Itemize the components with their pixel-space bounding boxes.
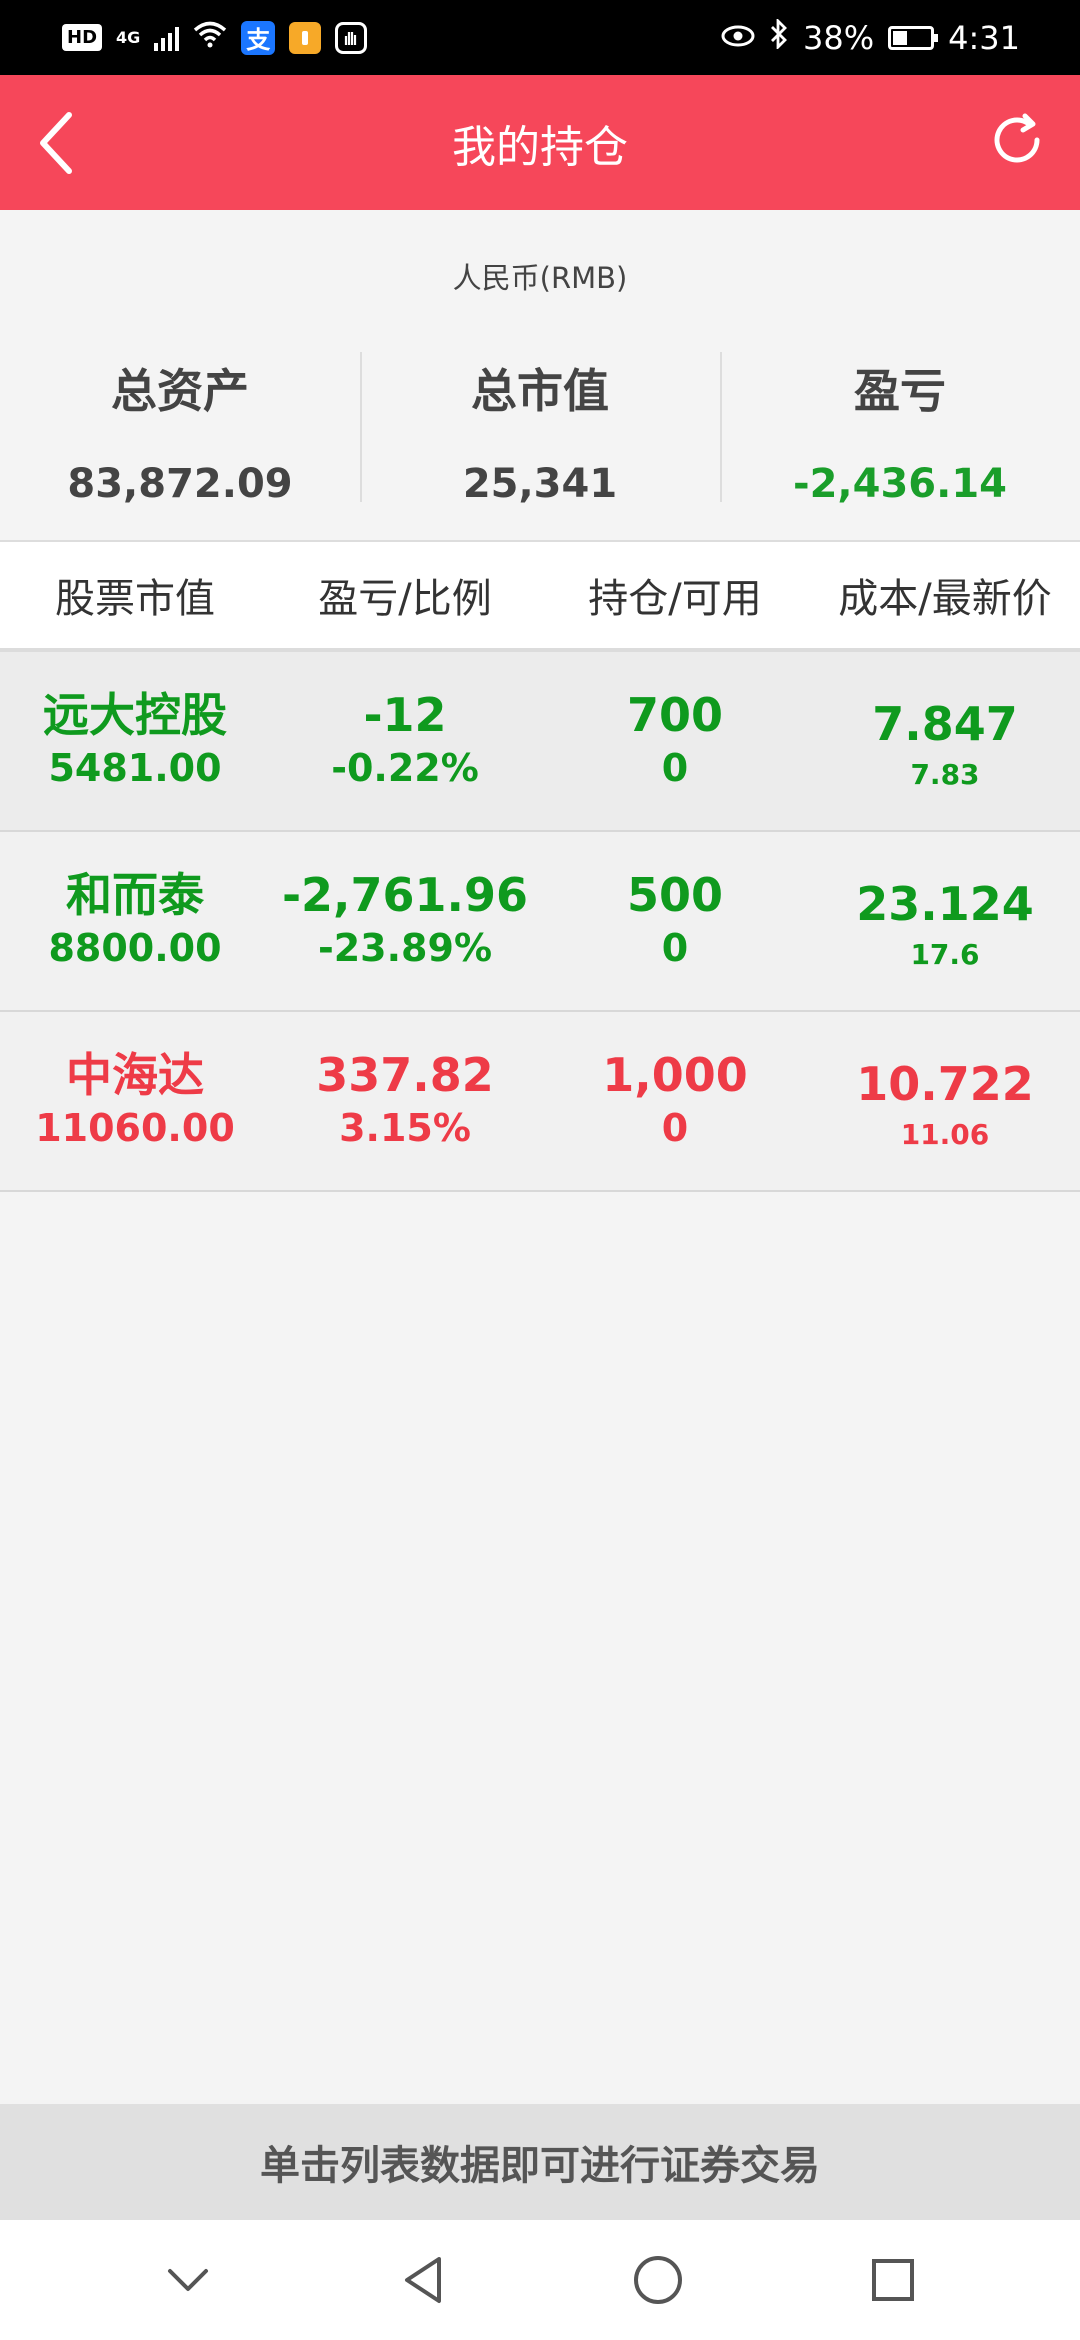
position-qty: 700 <box>626 688 724 742</box>
clock: 4:31 <box>948 18 1020 57</box>
holdings-list: 远大控股 5481.00 -12 -0.22% 700 0 7.847 7.83… <box>0 652 1080 1192</box>
back-button[interactable] <box>20 105 90 180</box>
battery-percent: 38% <box>803 18 875 57</box>
system-nav-bar <box>0 2220 1080 2340</box>
account-summary: 人民币(RMB) 总资产 83,872.09 总市值 25,341 盈亏 -2,… <box>0 210 1080 540</box>
alipay-icon: 支 <box>241 20 276 55</box>
summary-value: 25,341 <box>462 461 618 507</box>
position-cell: 700 0 <box>540 652 810 830</box>
stock-market-value: 5481.00 <box>48 746 222 790</box>
refresh-icon <box>994 113 1040 163</box>
wifi-icon <box>193 20 227 56</box>
stock-market-value: 11060.00 <box>35 1106 235 1150</box>
eye-icon <box>721 20 755 55</box>
chevron-left-icon <box>40 111 72 174</box>
cost-price: 23.124 <box>856 877 1034 931</box>
column-header-pnl: 盈亏/比例 <box>318 576 492 622</box>
stock-name: 和而泰 <box>66 868 204 922</box>
summary-pnl: 盈亏 -2,436.14 <box>720 340 1080 540</box>
battery-icon <box>888 25 939 50</box>
trade-hint-banner: 单击列表数据即可进行证券交易 <box>0 2104 1080 2220</box>
nav-back-button[interactable] <box>383 2240 463 2320</box>
nav-home-button[interactable] <box>618 2240 698 2320</box>
summary-label: 总资产 <box>111 364 249 418</box>
stock-name: 中海达 <box>66 1048 204 1102</box>
pnl-ratio: -23.89% <box>317 926 493 970</box>
summary-label: 总市值 <box>471 364 609 418</box>
status-bar: HD 4G 支 38% 4:31 <box>0 0 1080 75</box>
currency-label: 人民币(RMB) <box>452 261 628 295</box>
nav-collapse-button[interactable] <box>148 2240 228 2320</box>
status-bar-right: 38% 4:31 <box>721 17 1020 57</box>
pnl-amount: -12 <box>363 688 447 742</box>
signal-icon <box>154 25 180 51</box>
summary-value: 83,872.09 <box>67 461 293 507</box>
summary-value: -2,436.14 <box>793 461 1007 507</box>
bluetooth-icon <box>769 17 789 57</box>
available-qty: 0 <box>661 1106 689 1150</box>
price-cell: 10.722 11.06 <box>810 1012 1080 1190</box>
hd-badge: HD <box>62 24 103 51</box>
stock-cell: 中海达 11060.00 <box>0 1012 270 1190</box>
back-triangle-icon <box>404 2257 441 2303</box>
position-cell: 500 0 <box>540 832 810 1010</box>
stock-name: 远大控股 <box>43 688 227 742</box>
refresh-button[interactable] <box>982 105 1052 175</box>
available-qty: 0 <box>661 746 689 790</box>
home-circle-icon <box>633 2256 682 2304</box>
app-header: 我的持仓 <box>0 75 1080 210</box>
latest-price: 7.83 <box>910 758 980 791</box>
summary-columns: 总资产 83,872.09 总市值 25,341 盈亏 -2,436.14 <box>0 340 1080 540</box>
holdings-table-header: 股票市值 盈亏/比例 持仓/可用 成本/最新价 <box>0 540 1080 652</box>
price-cell: 7.847 7.83 <box>810 652 1080 830</box>
position-qty: 1,000 <box>602 1048 748 1102</box>
summary-market-value: 总市值 25,341 <box>360 340 720 540</box>
column-header-market-value: 股票市值 <box>55 576 215 622</box>
cost-price: 10.722 <box>856 1057 1034 1111</box>
stock-cell: 和而泰 8800.00 <box>0 832 270 1010</box>
status-bar-left: HD 4G 支 <box>62 20 368 56</box>
nav-recents-button[interactable] <box>853 2240 933 2320</box>
pnl-cell: 337.82 3.15% <box>270 1012 540 1190</box>
battery-level <box>893 30 907 45</box>
price-cell: 23.124 17.6 <box>810 832 1080 1010</box>
latest-price: 11.06 <box>900 1118 990 1151</box>
pnl-amount: -2,761.96 <box>281 868 529 922</box>
stock-cell: 远大控股 5481.00 <box>0 652 270 830</box>
page-title: 我的持仓 <box>452 121 628 173</box>
pnl-cell: -12 -0.22% <box>270 652 540 830</box>
pnl-ratio: 3.15% <box>339 1106 471 1150</box>
table-row[interactable]: 中海达 11060.00 337.82 3.15% 1,000 0 10.722… <box>0 1012 1080 1192</box>
cost-price: 7.847 <box>872 697 1018 751</box>
summary-label: 盈亏 <box>854 364 946 418</box>
chevron-down-icon <box>167 2269 208 2291</box>
table-row[interactable]: 远大控股 5481.00 -12 -0.22% 700 0 7.847 7.83 <box>0 652 1080 832</box>
position-qty: 500 <box>626 868 724 922</box>
hand-icon <box>335 21 368 54</box>
available-qty: 0 <box>661 926 689 970</box>
latest-price: 17.6 <box>910 938 980 971</box>
column-header-position: 持仓/可用 <box>588 576 762 622</box>
pnl-cell: -2,761.96 -23.89% <box>270 832 540 1010</box>
recents-square-icon <box>871 2259 914 2301</box>
app-icon <box>289 21 322 54</box>
pnl-amount: 337.82 <box>316 1048 494 1102</box>
network-type: 4G <box>116 27 141 47</box>
stock-market-value: 8800.00 <box>48 926 222 970</box>
pnl-ratio: -0.22% <box>331 746 479 790</box>
summary-total-assets: 总资产 83,872.09 <box>0 340 360 540</box>
position-cell: 1,000 0 <box>540 1012 810 1190</box>
column-header-price: 成本/最新价 <box>838 576 1052 622</box>
table-row[interactable]: 和而泰 8800.00 -2,761.96 -23.89% 500 0 23.1… <box>0 832 1080 1012</box>
